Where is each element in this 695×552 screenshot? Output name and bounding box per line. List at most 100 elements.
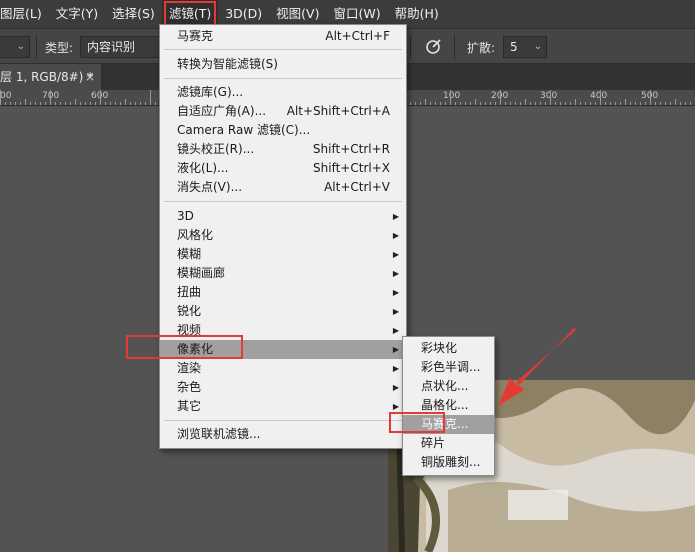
ruler-tick xyxy=(10,102,11,105)
ruler-tick xyxy=(635,102,636,105)
menu-item-lens-correction[interactable]: 镜头校正(R)... Shift+Ctrl+R xyxy=(160,140,406,159)
ruler-tick xyxy=(565,102,566,105)
type-dropdown[interactable]: 内容识别 xyxy=(80,36,160,58)
ruler-tick xyxy=(145,102,146,105)
submenu-arrow-icon: ▶ xyxy=(392,364,399,373)
ruler-tick xyxy=(595,102,596,105)
menu-item-sharpen[interactable]: 锐化 ▶ xyxy=(160,302,406,321)
ruler-label: 400 xyxy=(590,91,608,101)
menu-item-label: Camera Raw 滤镜(C)... xyxy=(177,123,311,137)
ruler-tick xyxy=(130,102,131,105)
menu-item-browse-online-filters[interactable]: 浏览联机滤镜... xyxy=(160,425,406,444)
menu-select[interactable]: 选择(S) xyxy=(105,0,162,28)
ruler-tick xyxy=(65,102,66,105)
menu-layer[interactable]: 图层(L) xyxy=(0,0,49,28)
ruler-tick xyxy=(150,90,151,105)
menu-item-noise[interactable]: 杂色 ▶ xyxy=(160,378,406,397)
ruler-label: 300 xyxy=(540,91,558,101)
menu-item-distort[interactable]: 扭曲 ▶ xyxy=(160,283,406,302)
menu-item-label: 杂色 xyxy=(177,380,202,394)
spread-input[interactable]: 5 ⌄ xyxy=(503,36,547,58)
ruler-tick xyxy=(60,102,61,105)
menu-item-filter-gallery[interactable]: 滤镜库(G)... xyxy=(160,83,406,102)
submenu-item-mezzotint[interactable]: 铜版雕刻... xyxy=(403,453,494,472)
menu-item-label: 模糊 xyxy=(177,247,202,261)
menu-item-render[interactable]: 渲染 ▶ xyxy=(160,359,406,378)
menu-item-other[interactable]: 其它 ▶ xyxy=(160,397,406,416)
ruler-tick xyxy=(515,102,516,105)
ruler-tick xyxy=(545,102,546,105)
menu-item-shortcut: Shift+Ctrl+X xyxy=(313,161,390,175)
tool-preset-dropdown[interactable]: ⌄ xyxy=(0,36,30,58)
ruler-tick xyxy=(665,102,666,105)
menu-item-label: 液化(L)... xyxy=(177,161,229,175)
ruler-tick xyxy=(645,102,646,105)
ruler-tick xyxy=(590,102,591,105)
menu-type[interactable]: 文字(Y) xyxy=(49,0,105,28)
ruler-tick xyxy=(490,102,491,105)
ruler-tick xyxy=(75,99,76,105)
ruler-tick xyxy=(495,102,496,105)
menu-item-label: 3D xyxy=(177,209,194,223)
menu-item-shortcut: Alt+Ctrl+F xyxy=(325,29,390,43)
ruler-tick xyxy=(555,102,556,105)
menu-item-last-filter[interactable]: 马赛克 Alt+Ctrl+F xyxy=(160,27,406,46)
close-icon[interactable]: × xyxy=(85,64,95,90)
ruler-tick xyxy=(435,102,436,105)
ruler-tick xyxy=(610,102,611,105)
submenu-arrow-icon: ▶ xyxy=(392,288,399,297)
menu-item-adaptive-wide-angle[interactable]: 自适应广角(A)... Alt+Shift+Ctrl+A xyxy=(160,102,406,121)
ruler-tick xyxy=(90,102,91,105)
menu-item-label: 消失点(V)... xyxy=(177,180,243,194)
ruler-tick xyxy=(600,90,601,105)
ruler-tick xyxy=(535,102,536,105)
pressure-icon[interactable] xyxy=(424,36,444,56)
menu-item-label: 马赛克 xyxy=(177,29,214,43)
ruler-tick xyxy=(570,102,571,105)
menu-item-liquify[interactable]: 液化(L)... Shift+Ctrl+X xyxy=(160,159,406,178)
ruler-tick xyxy=(655,102,656,105)
ruler-tick xyxy=(650,90,651,105)
ruler-tick xyxy=(0,90,1,105)
ruler-tick xyxy=(670,102,671,105)
divider xyxy=(454,35,455,59)
submenu-item-fragment[interactable]: 碎片 xyxy=(403,434,494,453)
ruler-tick xyxy=(450,90,451,105)
annotation-box-pixelate xyxy=(126,335,243,359)
ruler-tick xyxy=(115,102,116,105)
ruler-tick xyxy=(440,102,441,105)
ruler-tick xyxy=(80,102,81,105)
menu-separator xyxy=(164,49,402,50)
ruler-tick xyxy=(580,102,581,105)
menu-separator xyxy=(164,420,402,421)
spread-value: 5 xyxy=(510,40,518,54)
ruler-tick xyxy=(470,102,471,105)
menu-item-label: 彩块化 xyxy=(421,341,458,355)
ruler-tick xyxy=(660,102,661,105)
ruler-tick xyxy=(415,102,416,105)
ruler-tick xyxy=(460,102,461,105)
submenu-arrow-icon: ▶ xyxy=(392,383,399,392)
ruler-tick xyxy=(420,102,421,105)
ruler-tick xyxy=(510,102,511,105)
menu-item-stylize[interactable]: 风格化 ▶ xyxy=(160,226,406,245)
menu-item-label: 彩色半调... xyxy=(421,360,481,374)
ruler-tick xyxy=(505,102,506,105)
ruler-tick xyxy=(500,90,501,105)
ruler-tick xyxy=(690,102,691,105)
menu-item-3d[interactable]: 3D ▶ xyxy=(160,207,406,226)
menu-item-blur[interactable]: 模糊 ▶ xyxy=(160,245,406,264)
ruler-tick xyxy=(560,102,561,105)
menu-item-convert-smart-filter[interactable]: 转换为智能滤镜(S) xyxy=(160,55,406,74)
menu-item-vanishing-point[interactable]: 消失点(V)... Alt+Ctrl+V xyxy=(160,178,406,197)
ruler-tick xyxy=(605,102,606,105)
menu-item-label: 铜版雕刻... xyxy=(421,455,481,469)
annotation-arrow-icon xyxy=(498,328,576,406)
menu-item-camera-raw[interactable]: Camera Raw 滤镜(C)... xyxy=(160,121,406,140)
ruler-tick xyxy=(425,99,426,105)
document-tab[interactable]: 层 1, RGB/8#) * × xyxy=(0,64,102,90)
ruler-tick xyxy=(100,90,101,105)
ruler-tick xyxy=(625,99,626,105)
menu-item-blur-gallery[interactable]: 模糊画廊 ▶ xyxy=(160,264,406,283)
ruler-tick xyxy=(455,102,456,105)
